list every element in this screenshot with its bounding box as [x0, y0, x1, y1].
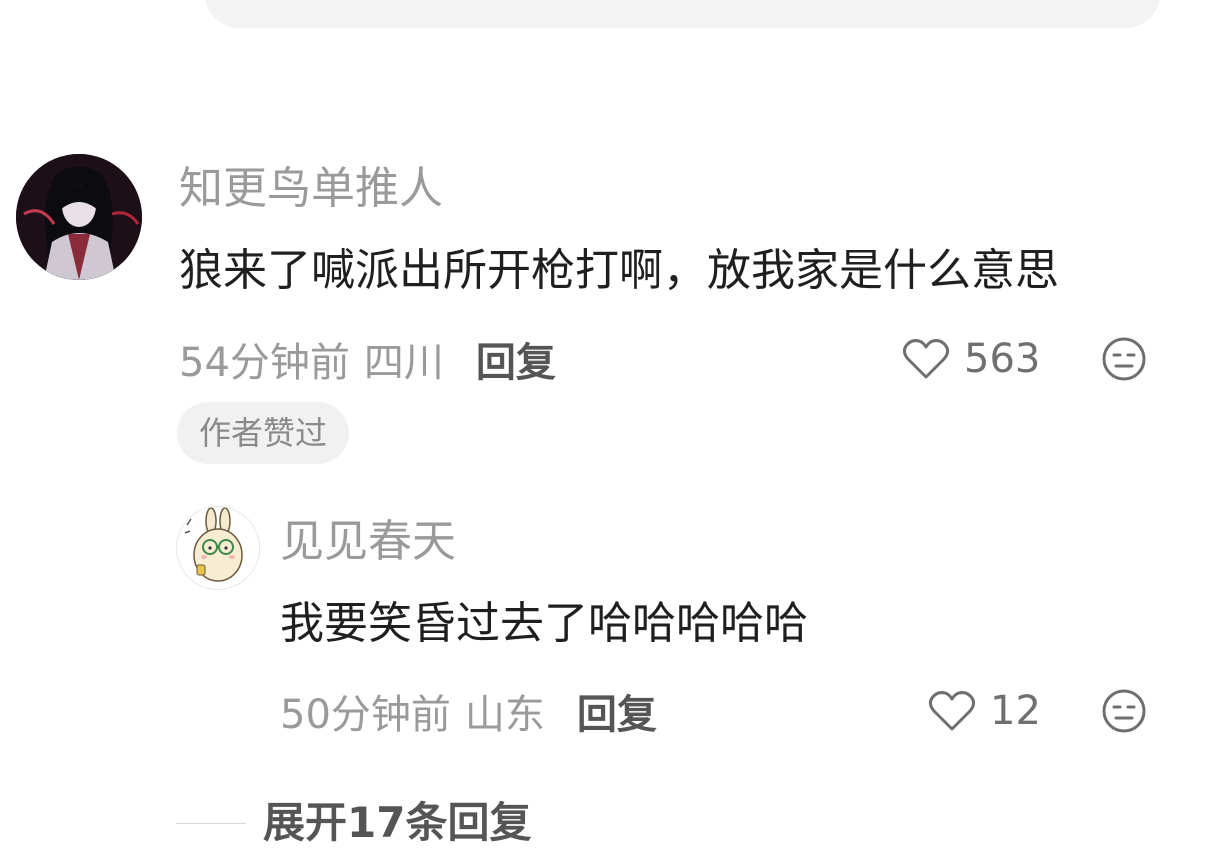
author-liked-badge: 作者赞过 [177, 402, 350, 464]
comment-thread: 知更鸟单推人 狼来了喊派出所开枪打啊，放我家是什么意思 54分钟前 四川 回复 … [0, 0, 1223, 855]
reply-content: 我要笑昏过去了哈哈哈哈哈 [280, 598, 808, 649]
meh-face-icon [1102, 689, 1146, 733]
like-count: 563 [964, 336, 1041, 382]
expand-replies-button[interactable]: 展开17条回复 [263, 796, 531, 850]
reply-time: 50分钟前 [280, 692, 451, 738]
reply-dislike-button[interactable] [1100, 687, 1148, 735]
comment-username[interactable]: 知更鸟单推人 [179, 163, 443, 215]
reply-meta: 50分钟前 山东 回复 [280, 684, 657, 738]
reply-location: 山东 [464, 692, 545, 738]
dislike-button[interactable] [1100, 335, 1148, 383]
reply-user-avatar[interactable] [176, 506, 260, 590]
user-avatar[interactable] [16, 154, 142, 280]
expand-divider [176, 823, 246, 824]
avatar-illustration [16, 154, 142, 280]
heart-outline-icon [928, 691, 976, 731]
heart-outline-icon [902, 339, 950, 379]
reply-reply-button[interactable]: 回复 [577, 682, 657, 740]
meh-face-icon [1102, 337, 1146, 381]
comment-location: 四川 [363, 340, 444, 386]
rabbit-avatar-illustration [177, 507, 259, 589]
reply-like-count: 12 [990, 688, 1041, 734]
like-button[interactable]: 563 [902, 332, 1040, 386]
reply-button[interactable]: 回复 [476, 330, 556, 388]
reply-like-button[interactable]: 12 [928, 684, 1041, 738]
comment-meta: 54分钟前 四川 回复 [179, 332, 556, 386]
comment-time: 54分钟前 [179, 340, 350, 386]
comment-content: 狼来了喊派出所开枪打啊，放我家是什么意思 [179, 245, 1059, 296]
reply-username[interactable]: 见见春天 [280, 516, 456, 568]
comment-input-bar[interactable] [205, 0, 1160, 28]
